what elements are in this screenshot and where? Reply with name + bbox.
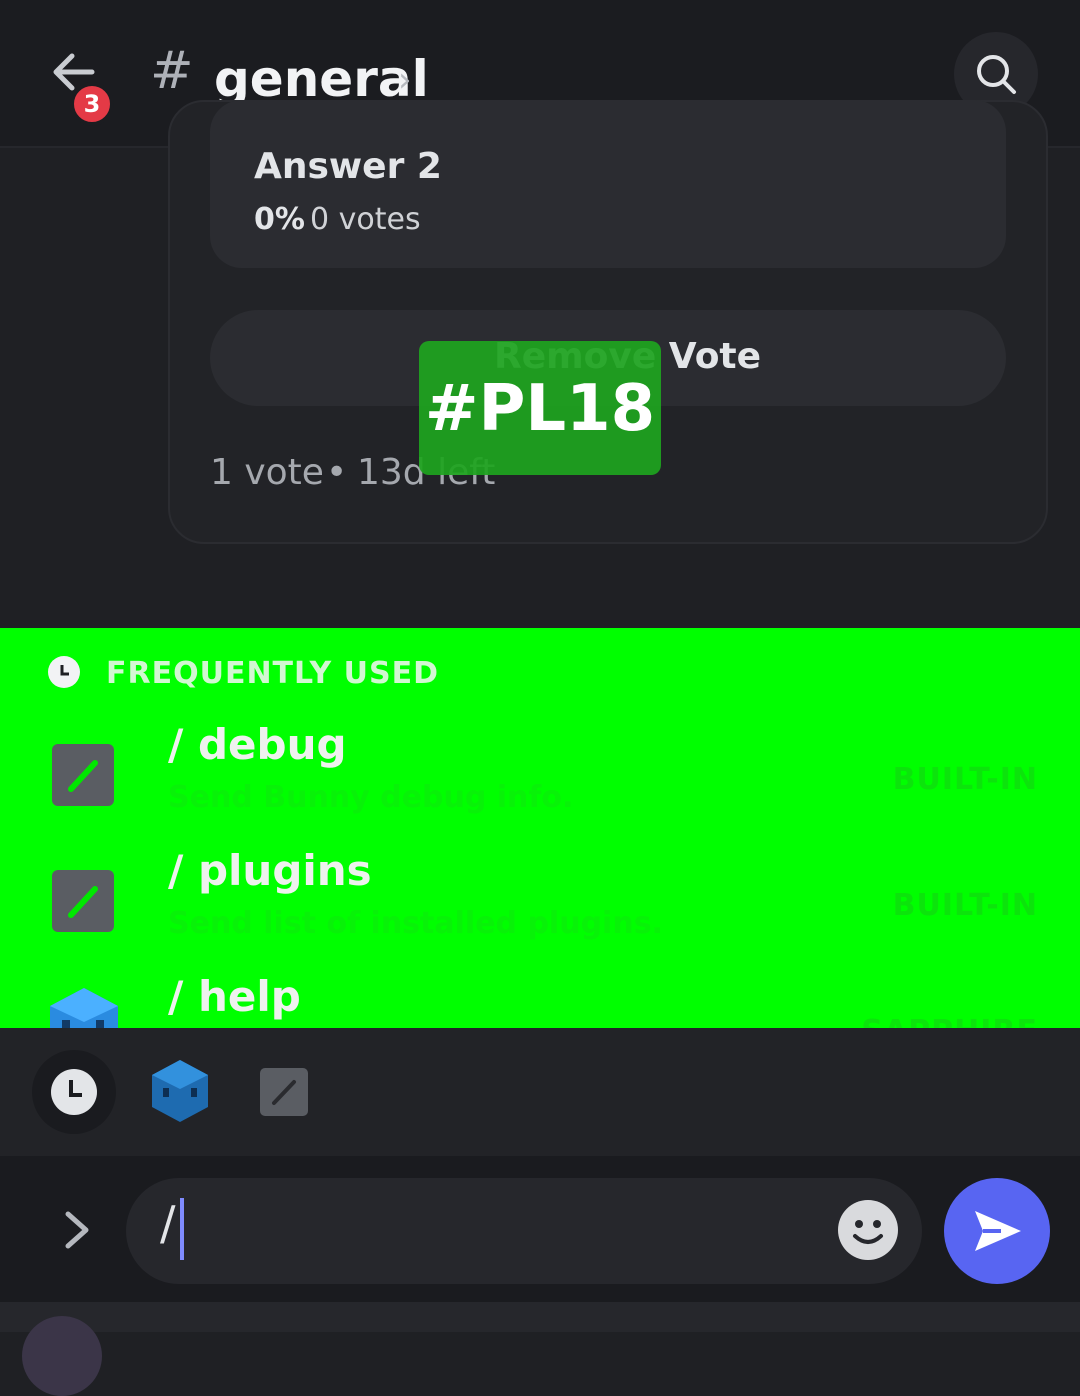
command-name: / plugins	[168, 846, 372, 895]
expand-actions-button[interactable]	[52, 1200, 102, 1260]
unread-badge: 3	[70, 82, 114, 126]
section-label: FREQUENTLY USED	[106, 656, 439, 691]
send-arrow-icon	[975, 1211, 1021, 1251]
command-description: Send Bunny debug info.	[168, 780, 574, 815]
overlay-tag-label: #PL18	[424, 372, 656, 446]
slash-command-icon	[272, 1080, 296, 1105]
slash-command-icon	[52, 744, 114, 806]
message-input-value: /	[160, 1196, 176, 1250]
text-caret	[180, 1198, 184, 1260]
command-source: BUILT-IN	[892, 762, 1038, 797]
poll-answer-votes: 0 votes	[310, 202, 421, 237]
bunny-app-icon	[152, 1060, 208, 1122]
search-icon	[977, 55, 1016, 94]
chevron-right-icon	[65, 1211, 89, 1249]
hash-icon: #	[150, 41, 194, 101]
command-suggestions-panel: FREQUENTLY USED / debug Send Bunny debug…	[0, 628, 1080, 1028]
command-source: BUILT-IN	[892, 888, 1038, 923]
poll-separator: •	[326, 452, 348, 493]
avatar[interactable]	[22, 1316, 102, 1396]
category-builtin-button[interactable]	[260, 1068, 308, 1116]
poll-vote-count: 1 vote	[210, 452, 324, 493]
clock-icon	[48, 656, 80, 688]
command-source: SAPPHIRE	[861, 1014, 1038, 1028]
slash-command-icon	[52, 870, 114, 932]
emoji-button[interactable]	[838, 1200, 898, 1260]
recent-clock-icon	[51, 1069, 97, 1115]
chevron-right-icon[interactable]: ›	[398, 60, 412, 100]
command-name: / help	[168, 972, 301, 1021]
send-button[interactable]	[944, 1178, 1050, 1284]
message-input[interactable]	[126, 1178, 922, 1284]
poll-answer-percent: 0%	[254, 202, 305, 237]
emoji-face-icon	[853, 1220, 883, 1244]
category-bunny-button[interactable]	[150, 1058, 210, 1124]
category-recent-button[interactable]	[32, 1050, 116, 1134]
poll-answer-label: Answer 2	[254, 146, 442, 187]
command-description: Send list of installed plugins.	[168, 906, 663, 941]
system-nav-strip	[0, 1302, 1080, 1332]
command-name: / debug	[168, 720, 347, 769]
bunny-app-icon	[46, 986, 122, 1028]
